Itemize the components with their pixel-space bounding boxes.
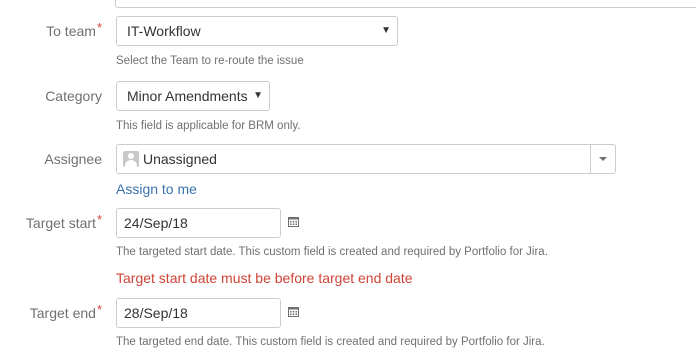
target-start-label-text: Target start	[25, 215, 96, 231]
to-team-description: Select the Team to re-route the issue	[116, 55, 304, 67]
required-mark: *	[96, 212, 102, 227]
chevron-down-icon: ▼	[381, 25, 391, 36]
required-mark: *	[96, 302, 102, 317]
target-start-description: The targeted start date. This custom fie…	[116, 246, 548, 258]
assignee-label: Assignee	[44, 151, 102, 167]
description-textarea[interactable]	[115, 0, 696, 8]
target-end-input[interactable]: 28/Sep/18	[116, 298, 281, 328]
target-end-description: The targeted end date. This custom field…	[116, 336, 545, 348]
chevron-down-icon: ▼	[253, 90, 263, 101]
calendar-icon[interactable]	[288, 216, 299, 227]
calendar-icon[interactable]	[288, 306, 299, 317]
required-mark: *	[96, 20, 102, 35]
target-end-label-text: Target end	[29, 305, 96, 321]
avatar-icon	[123, 151, 139, 167]
to-team-select[interactable]: IT-Workflow ▼	[116, 16, 398, 46]
assignee-picker[interactable]: Unassigned	[116, 144, 616, 174]
to-team-value: IT-Workflow	[127, 23, 201, 39]
assignee-value: Unassigned	[143, 151, 217, 167]
to-team-label-text: To team	[46, 23, 96, 39]
target-start-input[interactable]: 24/Sep/18	[116, 208, 281, 238]
assignee-dropdown-button[interactable]	[590, 145, 615, 173]
category-select[interactable]: Minor Amendments ▼	[116, 81, 270, 111]
to-team-label: To team*	[0, 20, 102, 41]
target-end-label: Target end*	[0, 302, 102, 323]
form: To team* IT-Workflow ▼ Select the Team t…	[0, 0, 696, 361]
category-description: This field is applicable for BRM only.	[116, 120, 301, 132]
target-start-label: Target start*	[0, 212, 102, 233]
assign-to-me-link[interactable]: Assign to me	[116, 180, 197, 198]
chevron-down-icon	[599, 157, 607, 161]
target-start-error: Target start date must be before target …	[116, 270, 413, 286]
category-label: Category	[45, 88, 102, 104]
category-value: Minor Amendments	[127, 88, 248, 104]
